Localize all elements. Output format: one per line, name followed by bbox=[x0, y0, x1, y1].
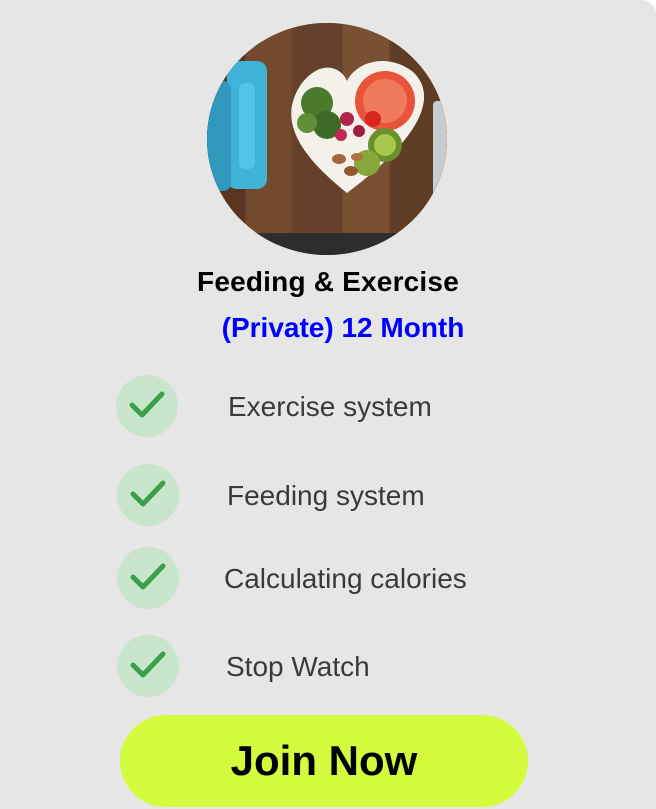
feature-item-exercise-system: Exercise system bbox=[116, 375, 556, 439]
feature-item-feeding-system: Feeding system bbox=[117, 464, 557, 528]
join-now-button[interactable]: Join Now bbox=[120, 715, 528, 807]
plan-title: Feeding & Exercise bbox=[197, 266, 459, 297]
plan-subtitle: (Private) 12 Month bbox=[221, 312, 465, 343]
feature-label: Stop Watch bbox=[226, 651, 370, 682]
check-icon bbox=[117, 547, 179, 609]
feature-label: Exercise system bbox=[228, 391, 432, 422]
check-icon bbox=[116, 375, 178, 437]
check-icon bbox=[117, 464, 179, 526]
check-icon bbox=[117, 635, 179, 697]
join-now-label: Join Now bbox=[230, 737, 418, 784]
feature-label: Calculating calories bbox=[224, 563, 467, 594]
plan-card: Feeding & Exercise (Private) 12 Month Ex… bbox=[0, 0, 656, 809]
feature-label: Feeding system bbox=[227, 480, 425, 511]
feature-item-stop-watch: Stop Watch bbox=[117, 635, 557, 699]
feature-item-calculating-calories: Calculating calories bbox=[117, 547, 557, 611]
plan-image bbox=[207, 23, 447, 255]
